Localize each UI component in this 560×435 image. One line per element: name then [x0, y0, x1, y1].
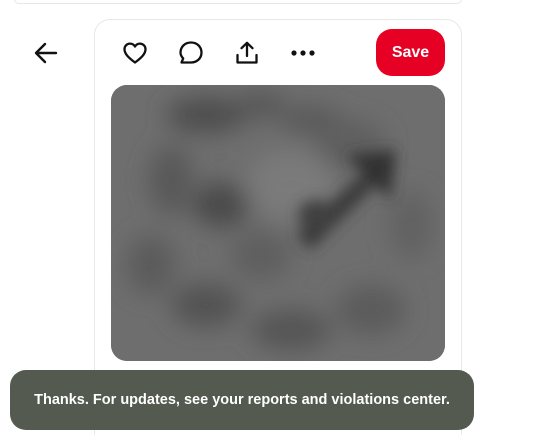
more-options-button[interactable] [285, 35, 321, 71]
heart-icon [123, 42, 147, 64]
pin-image[interactable] [111, 85, 445, 361]
back-button[interactable] [28, 35, 64, 71]
more-horizontal-icon [291, 50, 315, 56]
pin-closeup-page: Save Thanks. For updates, see your repor… [0, 0, 560, 435]
share-upload-icon [236, 41, 258, 64]
save-button[interactable]: Save [376, 29, 445, 76]
search-bar-edge [14, 0, 462, 4]
like-button[interactable] [117, 35, 153, 71]
toast-message: Thanks. For updates, see your reports an… [34, 392, 450, 408]
share-button[interactable] [229, 35, 265, 71]
arrow-left-icon [34, 42, 58, 64]
toast-notification: Thanks. For updates, see your reports an… [10, 370, 474, 430]
blurred-image-content [111, 85, 445, 361]
comment-bubble-icon [179, 41, 203, 64]
comment-button[interactable] [173, 35, 209, 71]
